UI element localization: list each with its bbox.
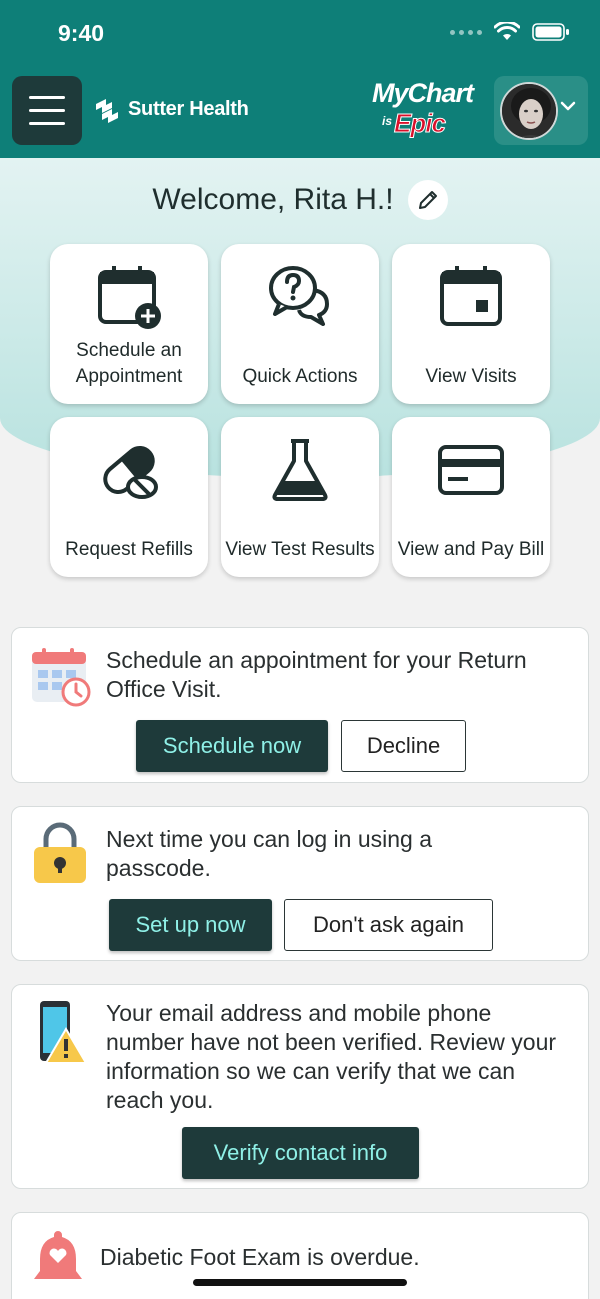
tile-request-refills[interactable]: Request Refills xyxy=(50,417,208,577)
tile-label: View and Pay Bill xyxy=(397,539,545,560)
tile-view-visits[interactable]: View Visits xyxy=(392,244,550,404)
verify-contact-card: Your email address and mobile phone numb… xyxy=(11,984,589,1189)
schedule-now-button[interactable]: Schedule now xyxy=(136,720,328,772)
tile-label: Schedule an Appointment xyxy=(75,340,183,387)
card-message: Next time you can log in using a passcod… xyxy=(106,826,433,881)
brand-name: Sutter Health xyxy=(128,97,249,120)
battery-icon xyxy=(532,23,569,41)
bell-icon xyxy=(34,1231,82,1279)
phone-warning-icon xyxy=(40,1001,88,1064)
tile-schedule-appointment[interactable]: Schedule an Appointment xyxy=(50,244,208,404)
tile-label: View Test Results xyxy=(225,539,375,560)
pencil-icon xyxy=(418,191,437,209)
verify-contact-info-button[interactable]: Verify contact info xyxy=(182,1127,419,1179)
tile-label: Request Refills xyxy=(65,539,193,560)
wifi-icon xyxy=(494,22,520,40)
lock-icon xyxy=(34,822,86,883)
card-message: Diabetic Foot Exam is overdue. xyxy=(100,1244,420,1270)
mychart-epic-logo: MyChart is Epic xyxy=(372,78,474,139)
tile-label: View Visits xyxy=(425,366,517,387)
status-icons xyxy=(450,22,570,42)
menu-button[interactable] xyxy=(12,76,82,145)
calendar-add-icon xyxy=(98,266,161,329)
status-bar: 9:40 xyxy=(0,0,600,72)
appointment-reminder-card: Schedule an appointment for your Return … xyxy=(11,627,589,783)
card-message: Schedule an appointment for your Return … xyxy=(106,647,527,702)
avatar xyxy=(500,82,558,140)
card-message: Your email address and mobile phone numb… xyxy=(106,1000,557,1113)
calendar-icon xyxy=(440,266,502,326)
tile-label: Quick Actions xyxy=(242,366,358,387)
tile-quick-actions[interactable]: Quick Actions xyxy=(221,244,379,404)
edit-name-button[interactable] xyxy=(407,180,448,220)
sutter-logo-icon xyxy=(96,99,118,123)
sutter-health-logo: Sutter Health xyxy=(92,94,249,124)
welcome-text: Welcome, Rita H.! xyxy=(152,183,394,216)
dont-ask-again-button[interactable]: Don't ask again xyxy=(284,899,493,951)
home-indicator[interactable] xyxy=(193,1279,407,1286)
welcome-row: Welcome, Rita H.! xyxy=(0,180,600,220)
flask-icon xyxy=(272,439,328,501)
pill-icon xyxy=(103,446,158,499)
decline-button[interactable]: Decline xyxy=(341,720,466,772)
status-time: 9:40 xyxy=(58,20,105,46)
passcode-card: Next time you can log in using a passcod… xyxy=(11,806,589,961)
hamburger-icon xyxy=(29,96,65,99)
question-chat-icon xyxy=(269,266,329,326)
tile-view-pay-bill[interactable]: View and Pay Bill xyxy=(392,417,550,577)
signal-icon xyxy=(450,29,482,35)
set-up-now-button[interactable]: Set up now xyxy=(109,899,272,951)
calendar-clock-icon xyxy=(32,648,91,707)
tile-view-test-results[interactable]: View Test Results xyxy=(221,417,379,577)
chevron-down-icon xyxy=(560,101,576,111)
profile-menu-button[interactable] xyxy=(494,76,588,145)
app-header: Sutter Health MyChart is Epic xyxy=(0,72,600,158)
credit-card-icon xyxy=(438,445,504,495)
